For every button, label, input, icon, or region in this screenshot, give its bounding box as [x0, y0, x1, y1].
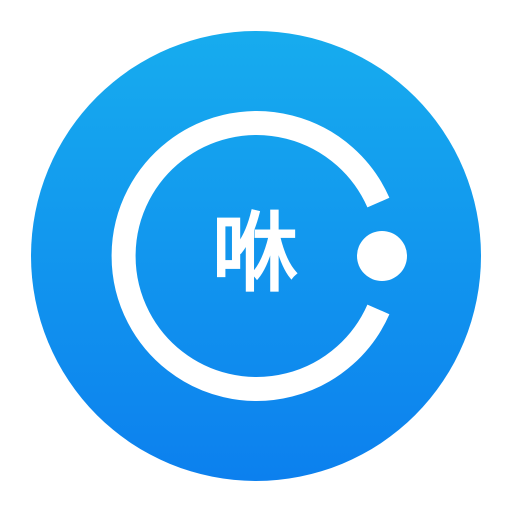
dot-icon: [357, 231, 407, 281]
app-icon: 咻: [0, 0, 512, 512]
app-icon-graphic: 咻: [31, 31, 481, 481]
icon-character: 咻: [212, 204, 298, 304]
